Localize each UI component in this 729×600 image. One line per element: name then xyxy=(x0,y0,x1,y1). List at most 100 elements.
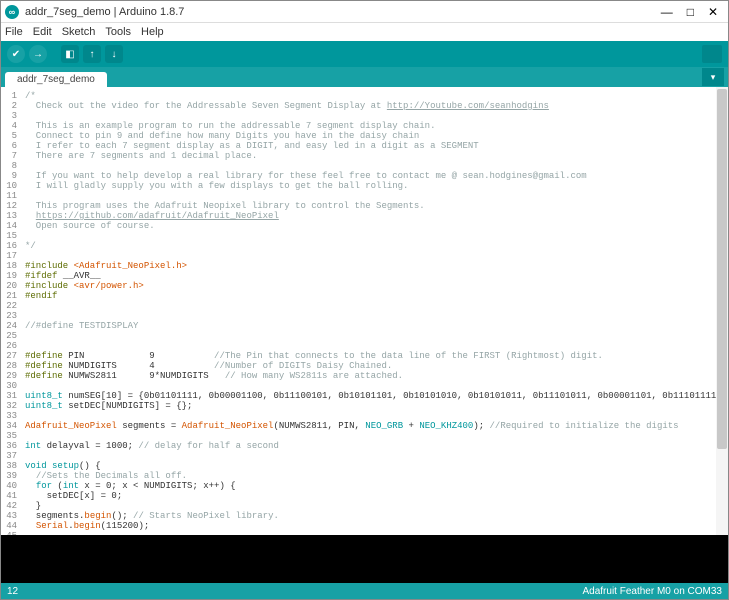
menu-sketch[interactable]: Sketch xyxy=(62,26,96,38)
code-line[interactable]: uint8_t setDEC[NUMDIGITS] = {}; xyxy=(25,401,724,411)
line-number: 37 xyxy=(1,451,17,461)
code-line[interactable]: #define NUMWS2811 9*NUMDIGITS // How man… xyxy=(25,371,724,381)
line-number: 2 xyxy=(1,101,17,111)
line-number: 15 xyxy=(1,231,17,241)
code-line[interactable]: for (int x = 0; x < NUMDIGITS; x++) { xyxy=(25,481,724,491)
vertical-scrollbar[interactable] xyxy=(716,87,728,535)
tabbar: addr_7seg_demo ▾ xyxy=(1,67,728,87)
code-line[interactable] xyxy=(25,231,724,241)
code-line[interactable] xyxy=(25,301,724,311)
line-number: 8 xyxy=(1,161,17,171)
code-line[interactable]: uint8_t numSEG[10] = {0b01101111, 0b0000… xyxy=(25,391,724,401)
line-number: 14 xyxy=(1,221,17,231)
line-number: 41 xyxy=(1,491,17,501)
line-number: 36 xyxy=(1,441,17,451)
window-title: addr_7seg_demo | Arduino 1.8.7 xyxy=(25,6,661,18)
scrollbar-thumb[interactable] xyxy=(717,89,727,449)
code-line[interactable] xyxy=(25,531,724,535)
serial-monitor-button[interactable] xyxy=(702,45,722,63)
line-number: 5 xyxy=(1,131,17,141)
new-button[interactable]: ◧ xyxy=(61,45,79,63)
code-line[interactable] xyxy=(25,381,724,391)
code-line[interactable]: } xyxy=(25,501,724,511)
line-number: 25 xyxy=(1,331,17,341)
console-output xyxy=(1,535,728,583)
code-line[interactable]: https://github.com/adafruit/Adafruit_Neo… xyxy=(25,211,724,221)
code-line[interactable]: Serial.begin(115200); xyxy=(25,521,724,531)
code-line[interactable]: #endif xyxy=(25,291,724,301)
line-number: 34 xyxy=(1,421,17,431)
line-number: 10 xyxy=(1,181,17,191)
menu-edit[interactable]: Edit xyxy=(33,26,52,38)
menu-file[interactable]: File xyxy=(5,26,23,38)
code-line[interactable]: setDEC[x] = 0; xyxy=(25,491,724,501)
maximize-button[interactable]: □ xyxy=(687,6,694,18)
code-line[interactable]: This program uses the Adafruit Neopixel … xyxy=(25,201,724,211)
code-line[interactable]: //#define TESTDISPLAY xyxy=(25,321,724,331)
code-line[interactable]: There are 7 segments and 1 decimal place… xyxy=(25,151,724,161)
line-number: 7 xyxy=(1,151,17,161)
line-number: 13 xyxy=(1,211,17,221)
verify-button[interactable]: ✔ xyxy=(7,45,25,63)
upload-button[interactable]: → xyxy=(29,45,47,63)
line-number: 23 xyxy=(1,311,17,321)
code-line[interactable] xyxy=(25,111,724,121)
code-line[interactable]: I will gladly supply you with a few disp… xyxy=(25,181,724,191)
code-line[interactable]: #ifdef __AVR__ xyxy=(25,271,724,281)
tab-menu-button[interactable]: ▾ xyxy=(702,68,724,86)
line-number: 30 xyxy=(1,381,17,391)
close-button[interactable]: ✕ xyxy=(708,6,718,18)
code-line[interactable]: If you want to help develop a real libra… xyxy=(25,171,724,181)
minimize-button[interactable]: — xyxy=(661,6,673,18)
code-line[interactable]: Check out the video for the Addressable … xyxy=(25,101,724,111)
code-line[interactable]: #define NUMDIGITS 4 //Number of DIGITs D… xyxy=(25,361,724,371)
open-button[interactable]: ↑ xyxy=(83,45,101,63)
line-number: 3 xyxy=(1,111,17,121)
code-line[interactable]: This is an example program to run the ad… xyxy=(25,121,724,131)
code-line[interactable] xyxy=(25,341,724,351)
code-line[interactable] xyxy=(25,251,724,261)
menubar: File Edit Sketch Tools Help xyxy=(1,23,728,41)
menu-tools[interactable]: Tools xyxy=(105,26,131,38)
code-line[interactable]: Adafruit_NeoPixel segments = Adafruit_Ne… xyxy=(25,421,724,431)
line-number: 42 xyxy=(1,501,17,511)
code-line[interactable] xyxy=(25,331,724,341)
code-line[interactable]: #include <avr/power.h> xyxy=(25,281,724,291)
code-line[interactable]: I refer to each 7 segment display as a D… xyxy=(25,141,724,151)
code-line[interactable]: int delayval = 1000; // delay for half a… xyxy=(25,441,724,451)
code-line[interactable] xyxy=(25,191,724,201)
app-window: ∞ addr_7seg_demo | Arduino 1.8.7 — □ ✕ F… xyxy=(0,0,729,600)
code-line[interactable]: Open source of course. xyxy=(25,221,724,231)
line-number: 9 xyxy=(1,171,17,181)
line-number: 32 xyxy=(1,401,17,411)
status-board-port: Adafruit Feather M0 on COM33 xyxy=(582,586,722,597)
code-line[interactable]: //Sets the Decimals all off. xyxy=(25,471,724,481)
save-button[interactable]: ↓ xyxy=(105,45,123,63)
code-line[interactable]: void setup() { xyxy=(25,461,724,471)
code-line[interactable] xyxy=(25,451,724,461)
status-line-number: 12 xyxy=(7,586,18,597)
code-line[interactable]: segments.begin(); // Starts NeoPixel lib… xyxy=(25,511,724,521)
code-line[interactable]: /* xyxy=(25,91,724,101)
code-line[interactable] xyxy=(25,431,724,441)
code-editor[interactable]: 1234567891011121314151617181920212223242… xyxy=(1,87,728,535)
line-number: 39 xyxy=(1,471,17,481)
code-line[interactable] xyxy=(25,311,724,321)
code-line[interactable]: */ xyxy=(25,241,724,251)
line-number: 19 xyxy=(1,271,17,281)
code-line[interactable]: #include <Adafruit_NeoPixel.h> xyxy=(25,261,724,271)
code-area[interactable]: /* Check out the video for the Addressab… xyxy=(21,87,728,535)
titlebar[interactable]: ∞ addr_7seg_demo | Arduino 1.8.7 — □ ✕ xyxy=(1,1,728,23)
menu-help[interactable]: Help xyxy=(141,26,164,38)
code-line[interactable] xyxy=(25,411,724,421)
arduino-icon: ∞ xyxy=(5,5,19,19)
code-line[interactable]: Connect to pin 9 and define how many Dig… xyxy=(25,131,724,141)
line-number: 33 xyxy=(1,411,17,421)
code-line[interactable] xyxy=(25,161,724,171)
line-number: 22 xyxy=(1,301,17,311)
line-number: 27 xyxy=(1,351,17,361)
code-line[interactable]: #define PIN 9 //The Pin that connects to… xyxy=(25,351,724,361)
line-number: 26 xyxy=(1,341,17,351)
line-number: 16 xyxy=(1,241,17,251)
tab-sketch[interactable]: addr_7seg_demo xyxy=(5,72,107,87)
